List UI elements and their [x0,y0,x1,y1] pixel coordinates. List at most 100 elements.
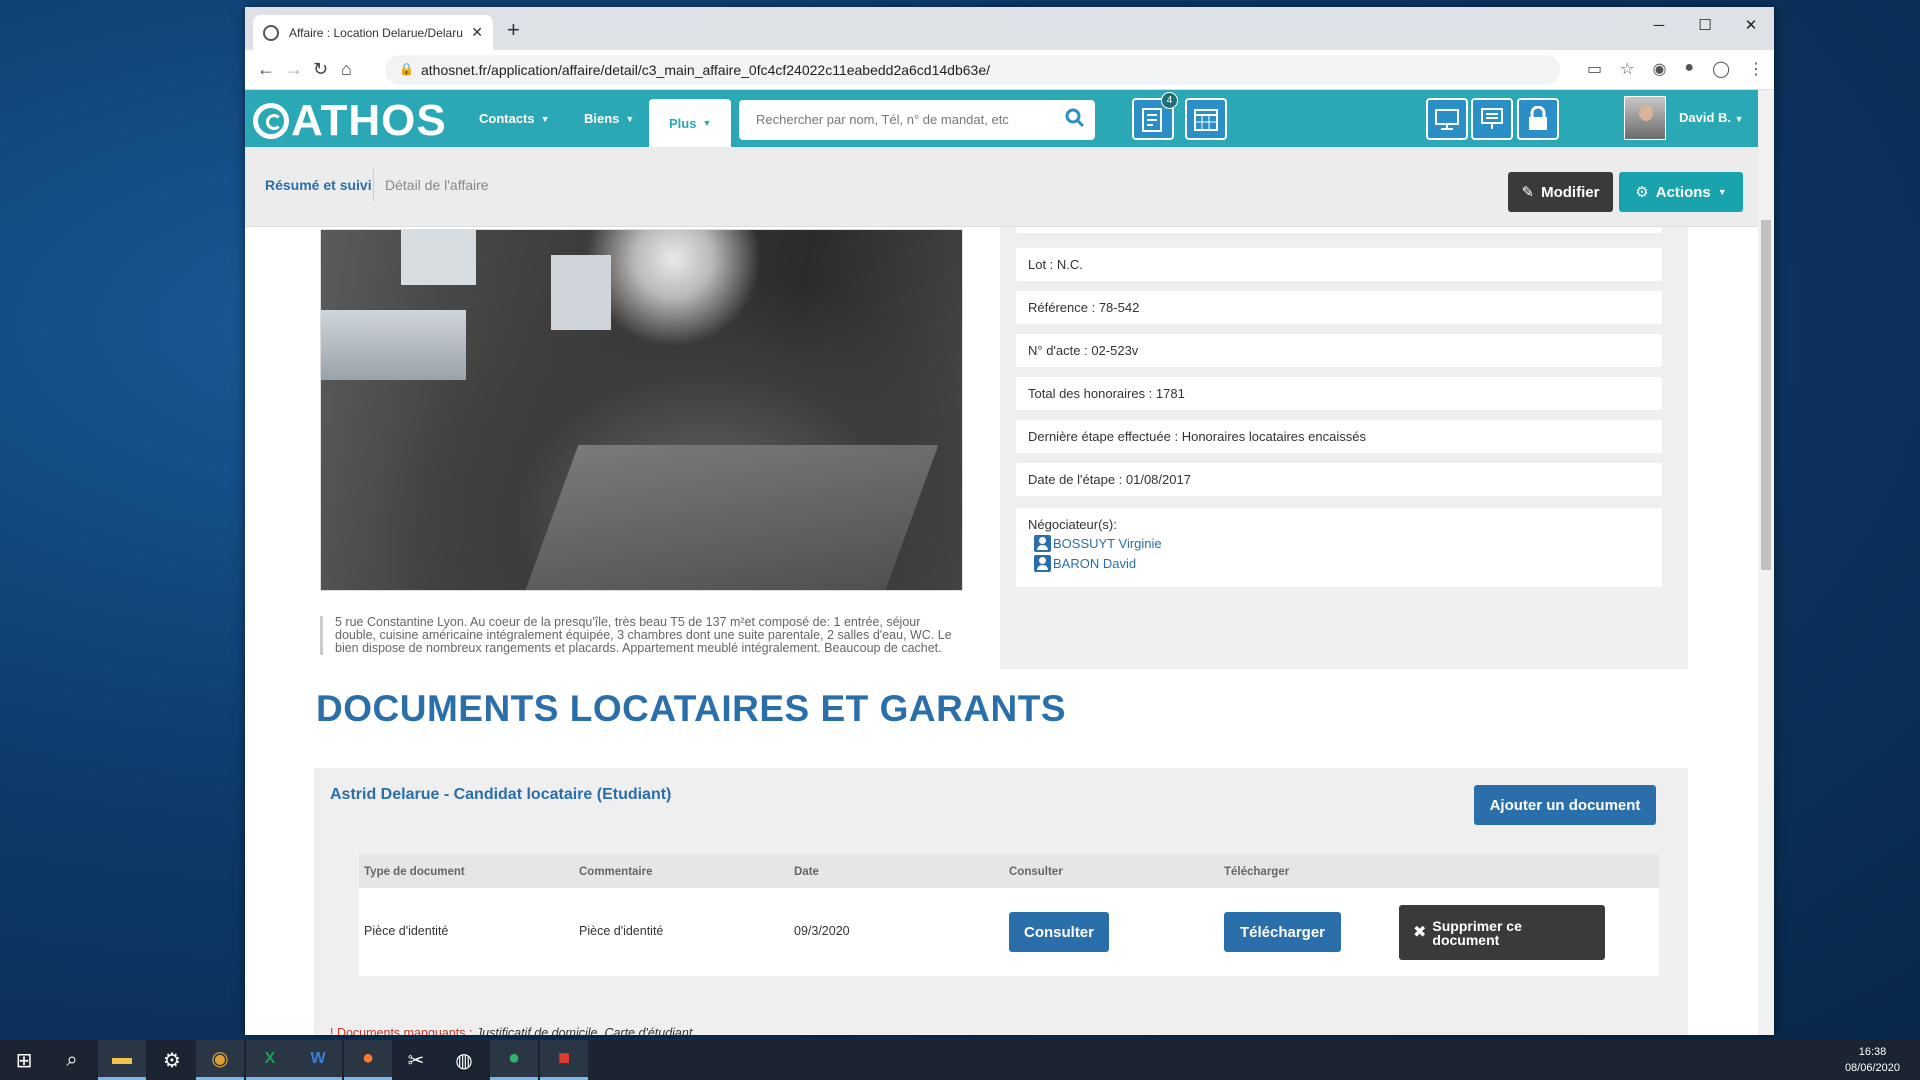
scrollbar-thumb[interactable] [1761,220,1771,570]
extension-icon[interactable]: ● [1684,59,1694,79]
col-comment: Commentaire [579,866,653,878]
logo-text: ATHOS [291,96,447,145]
property-info-panel: Lot : N.C. Référence : 78-542 N° d'acte … [1000,227,1688,669]
firefox-icon[interactable]: ● [344,1040,392,1080]
new-tab-button[interactable]: + [507,17,520,43]
word-icon[interactable]: W [294,1040,342,1080]
consult-button[interactable]: Consulter [1009,912,1109,952]
doc-comment: Pièce d'identité [579,924,664,938]
menu-label: Plus [669,115,697,131]
user-menu[interactable]: David B. ▼ [1679,110,1744,125]
acrobat-icon[interactable]: ■ [540,1040,588,1080]
home-icon[interactable]: ⌂ [341,59,352,80]
athos-logo[interactable]: ATHOS [253,96,447,146]
candidate-name[interactable]: Astrid Delarue - Candidat locataire (Etu… [330,786,671,804]
info-acte: N° d'acte : 02-523v [1016,334,1662,367]
negotiators-label: Négociateur(s): [1028,517,1117,532]
add-document-button[interactable]: Ajouter un document [1474,785,1656,825]
download-button[interactable]: Télécharger [1224,912,1341,952]
col-type: Type de document [364,866,465,878]
actions-button[interactable]: ⚙ Actions ▼ [1619,172,1743,212]
menu-contacts[interactable]: Contacts ▼ [479,90,550,147]
forward-icon[interactable]: → [285,59,303,80]
tab-detail[interactable]: Détail de l'affaire [385,177,489,193]
caret-down-icon: ▼ [540,113,550,124]
settings-gear-icon[interactable]: ⚙ [148,1040,196,1080]
actions-label: Actions [1655,183,1711,201]
negotiator-name: BARON David [1053,556,1137,571]
property-photo[interactable] [320,229,963,591]
system-clock[interactable]: 16:38 08/06/2020 [1845,1044,1900,1076]
snipping-tool-icon[interactable]: ✂ [392,1040,440,1080]
info-lot: Lot : N.C. [1016,248,1662,281]
modify-label: Modifier [1541,183,1600,201]
caret-down-icon: ▼ [702,118,712,128]
menu-plus[interactable]: Plus ▼ [649,99,732,147]
menu-label: Biens [584,111,620,126]
address-bar[interactable]: 🔒 athosnet.fr/application/affaire/detail… [385,55,1560,85]
file-explorer-icon[interactable]: ▬ [98,1040,146,1080]
photo-window [551,255,611,330]
table-header: Type de document Commentaire Date Consul… [359,854,1659,888]
taskbar: ⊞ ⌕ ▬ ⚙ ◉ X W ● ✂ ◍ ● ■ 16:38 08/06/2020 [0,1040,1920,1080]
minimize-icon[interactable]: ─ [1636,7,1682,43]
monitor-icon[interactable] [1426,98,1468,140]
bookmark-star-icon[interactable]: ☆ [1620,59,1634,79]
modify-button[interactable]: ✎ Modifier [1508,172,1613,212]
extensions-area: ▭ ☆ ◉ ● ◯ ⋮ [1587,59,1764,79]
lock-icon[interactable]: 🔒 [399,62,414,76]
search-icon[interactable]: ⌕ [48,1040,96,1080]
negotiator-name: BOSSUYT Virginie [1053,536,1162,551]
photo-window [321,310,466,380]
back-icon[interactable]: ← [257,59,275,80]
delete-document-button[interactable]: ✖ Supprimer ce document [1399,905,1605,960]
info-date-etape: Date de l'étape : 01/08/2017 [1016,463,1662,496]
chrome-icon[interactable]: ◉ [196,1040,244,1080]
negotiator-link[interactable]: BOSSUYT Virginie [1028,535,1662,552]
windows-start-icon[interactable]: ⊞ [0,1040,48,1080]
profile-icon[interactable]: ◯ [1712,59,1730,79]
globe-icon [263,24,279,41]
menu-biens[interactable]: Biens ▼ [584,90,634,147]
browser-tab[interactable]: Affaire : Location Delarue/Delaru ✕ [253,15,493,50]
caret-down-icon: ▼ [625,113,635,124]
tasks-icon[interactable]: 4 [1132,92,1178,140]
avatar[interactable] [1624,96,1666,140]
close-tab-icon[interactable]: ✕ [471,24,483,41]
col-download: Télécharger [1224,866,1290,878]
search-input[interactable]: Rechercher par nom, Tél, n° de mandat, e… [739,100,1095,140]
negotiator-link[interactable]: BARON David [1028,555,1662,572]
info-etape: Dernière étape effectuée : Honoraires lo… [1016,420,1662,453]
negotiators-box: Négociateur(s): BOSSUYT Virginie BARON D… [1016,508,1662,587]
info-row-partial [1016,227,1662,233]
missing-list: Justificatif de domicile, Carte d'étudia… [475,1026,693,1035]
section-title: DOCUMENTS LOCATAIRES ET GARANTS [316,688,1067,729]
app-sphere-icon[interactable]: ◍ [440,1040,488,1080]
lock-app-icon[interactable] [1517,98,1559,140]
maximize-icon[interactable]: ☐ [1682,7,1728,43]
excel-icon[interactable]: X [246,1040,294,1080]
col-date: Date [794,866,819,878]
clock-date: 08/06/2020 [1844,1062,1900,1074]
search-icon[interactable] [1065,108,1085,128]
close-window-icon[interactable]: ✕ [1728,7,1774,43]
property-description: 5 rue Constantine Lyon. Au coeur de la p… [320,616,960,655]
kebab-menu-icon[interactable]: ⋮ [1748,59,1764,79]
screen-share-icon[interactable] [1471,98,1513,140]
hangouts-icon[interactable]: ● [490,1040,538,1080]
missing-label: ! Documents manquants : [330,1026,473,1035]
cast-icon[interactable]: ▭ [1587,59,1602,79]
tab-resume[interactable]: Résumé et suivi [265,177,372,193]
caret-down-icon: ▼ [1717,187,1727,197]
documents-table: Type de document Commentaire Date Consul… [359,854,1659,976]
tab-title: Affaire : Location Delarue/Delaru [289,25,463,40]
extension-icon[interactable]: ◉ [1652,59,1666,79]
calendar-icon[interactable] [1185,98,1227,140]
clock-time: 16:38 [1858,1046,1887,1058]
reload-icon[interactable]: ↻ [313,59,328,80]
scrollbar[interactable] [1758,90,1774,1035]
url-text: athosnet.fr/application/affaire/detail/c… [421,62,990,78]
page-content: 5 rue Constantine Lyon. Au coeur de la p… [245,227,1758,1035]
pencil-icon: ✎ [1521,184,1535,201]
col-consult: Consulter [1009,866,1063,878]
